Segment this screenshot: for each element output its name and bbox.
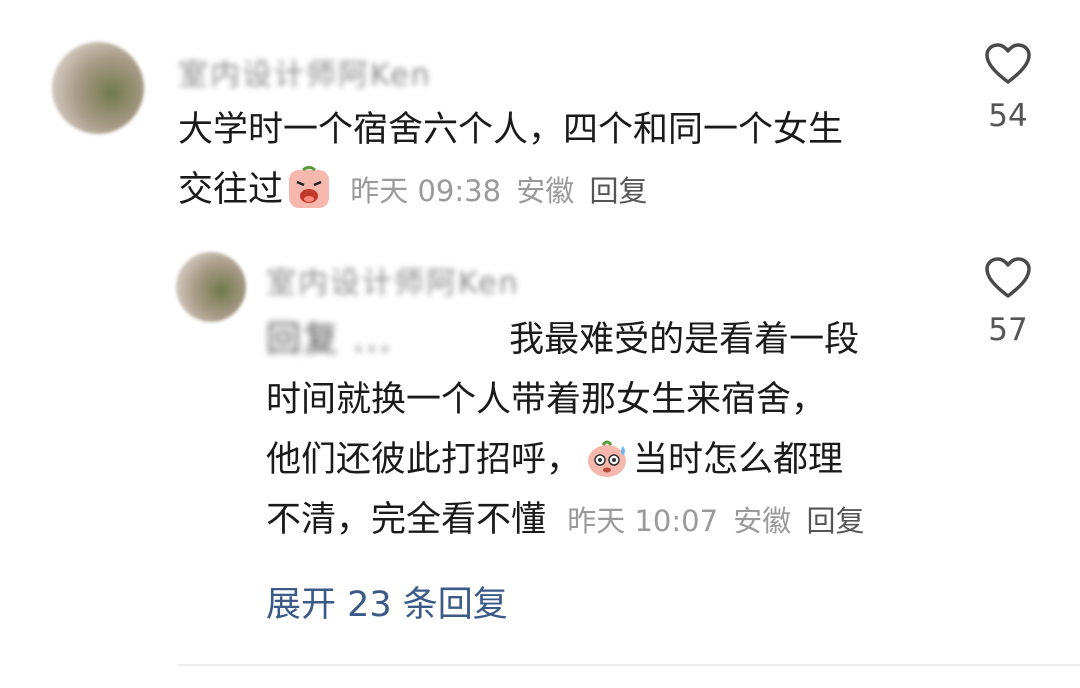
reply-text-line1-row: 回复 ... 我最难受的是看着一段 [266, 310, 966, 370]
comment-avatar[interactable] [52, 42, 144, 134]
reply-location: 安徽 [733, 504, 792, 538]
divider [178, 664, 1080, 666]
reply-text-line3a: 他们还彼此打招呼， [266, 440, 582, 480]
crying-face-emoji-icon [289, 166, 330, 208]
reply-text-line4-row: 不清，完全看不懂 昨天 10:07 安徽 回复 [266, 490, 966, 551]
comment-text-line2: 交往过 [178, 170, 284, 210]
comment-like-button[interactable]: 54 [972, 42, 1044, 134]
comment-text-line1: 大学时一个宿舍六个人，四个和同一个女生 [178, 110, 844, 150]
reply-time: 昨天 10:07 [567, 504, 719, 538]
sweating-face-emoji-icon [588, 440, 627, 477]
reply-mention[interactable]: 回复 ... [266, 310, 486, 370]
reply-author-name[interactable]: 室内设计师阿Ken [266, 258, 520, 302]
comment-author-name[interactable]: 室内设计师阿Ken [178, 50, 432, 94]
reply-text[interactable]: 回复 ... 我最难受的是看着一段 时间就换一个人带着那女生来宿舍， 他们还彼此… [266, 310, 966, 551]
reply-like-button[interactable]: 57 [972, 256, 1044, 348]
reply-like-count: 57 [988, 312, 1028, 348]
comment-like-count: 54 [988, 98, 1028, 134]
comment-text[interactable]: 大学时一个宿舍六个人，四个和同一个女生 交往过 昨天 09:38 安徽 回复 [178, 100, 958, 221]
reply-avatar[interactable] [176, 252, 246, 322]
heart-icon [985, 257, 1031, 298]
comment-time: 昨天 09:38 [350, 174, 502, 208]
heart-icon [985, 43, 1031, 84]
comment-location: 安徽 [516, 174, 575, 208]
reply-text-line3b: 当时怎么都理 [633, 440, 844, 480]
reply-text-line4: 不清，完全看不懂 [266, 500, 547, 540]
comment-reply-button[interactable]: 回复 [589, 174, 647, 208]
comment-text-line2-row: 交往过 昨天 09:38 安徽 回复 [178, 160, 958, 221]
expand-replies-button[interactable]: 展开 23 条回复 [266, 576, 508, 627]
reply-text-line1: 我最难受的是看着一段 [509, 320, 860, 360]
reply-reply-button[interactable]: 回复 [806, 504, 864, 538]
reply-text-line2: 时间就换一个人带着那女生来宿舍， [266, 380, 827, 420]
reply-text-line3-row: 他们还彼此打招呼， 当时怎么都理 [266, 430, 966, 490]
